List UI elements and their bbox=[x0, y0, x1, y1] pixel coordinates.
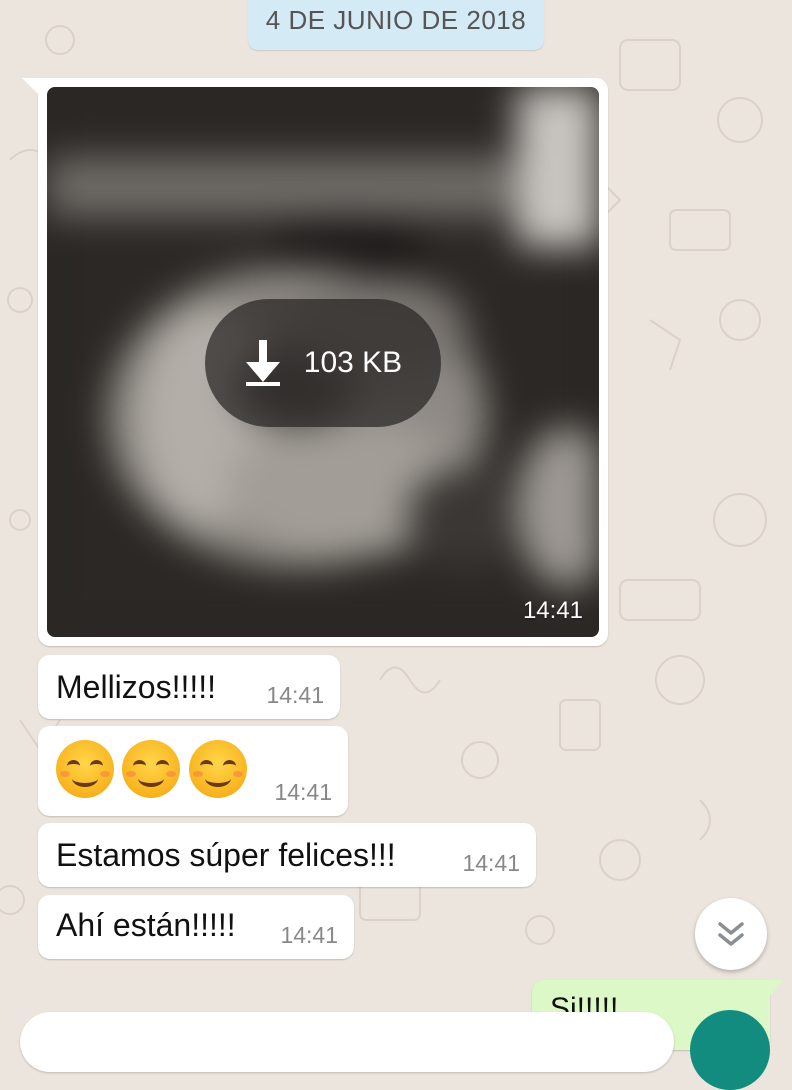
message-time: 14:41 bbox=[462, 850, 520, 876]
message-time: 14:41 bbox=[280, 922, 338, 948]
message-time: 14:41 bbox=[274, 779, 332, 805]
bubble-tail bbox=[22, 78, 40, 96]
message-text: Estamos súper felices!!! bbox=[56, 837, 396, 873]
message-bubble[interactable]: Mellizos!!!!! 14:41 bbox=[38, 655, 340, 719]
message-text: Mellizos!!!!! bbox=[56, 669, 217, 705]
message-input-bar[interactable] bbox=[20, 1012, 674, 1072]
emoji-message-bubble[interactable]: 14:41 bbox=[38, 726, 348, 816]
mic-send-button[interactable] bbox=[690, 1010, 770, 1090]
download-size: 103 KB bbox=[303, 346, 403, 379]
image-message-bubble[interactable]: 103 KB 14:41 bbox=[22, 78, 608, 646]
blurred-photo-preview[interactable]: 103 KB 14:41 bbox=[47, 87, 599, 637]
download-arrow-icon bbox=[245, 340, 280, 386]
scroll-to-bottom-button[interactable] bbox=[695, 898, 767, 970]
message-bubble[interactable]: Estamos súper felices!!! 14:41 bbox=[38, 823, 536, 887]
smiling-face-emoji-icon bbox=[188, 740, 247, 798]
emoji-row bbox=[56, 740, 251, 803]
smiling-face-emoji-icon bbox=[122, 740, 181, 798]
message-text: Ahí están!!!!! bbox=[56, 907, 236, 943]
date-label: 4 DE JUNIO DE 2018 bbox=[265, 5, 527, 35]
message-bubble[interactable]: Ahí están!!!!! 14:41 bbox=[38, 895, 354, 959]
date-separator: 4 DE JUNIO DE 2018 bbox=[248, 0, 544, 50]
smiling-face-emoji-icon bbox=[56, 740, 114, 798]
message-time: 14:41 bbox=[266, 682, 324, 708]
bubble-tail bbox=[768, 980, 784, 998]
download-button[interactable]: 103 KB bbox=[205, 299, 441, 427]
message-time: 14:41 bbox=[522, 597, 583, 624]
double-chevron-down-icon bbox=[718, 922, 744, 946]
